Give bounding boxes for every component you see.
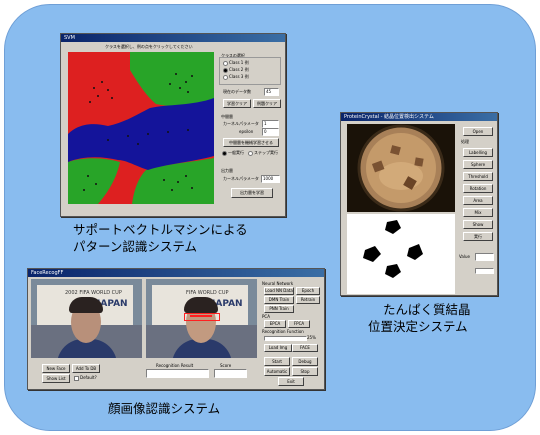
hidden-layer-check[interactable]: 中間層を機械学習させる <box>223 138 279 147</box>
protein-btn-labelling[interactable]: Labelling <box>463 148 493 157</box>
protein-btn-rotation[interactable]: Rotation <box>463 184 493 193</box>
normal-run-radio[interactable] <box>222 151 227 156</box>
class3-radio[interactable] <box>223 75 228 80</box>
stop-button[interactable]: Stop <box>292 367 318 376</box>
normal-run-label: 一般実行 <box>228 150 244 155</box>
score-label: Score <box>220 363 232 368</box>
new-face-button[interactable]: New Face <box>42 364 70 373</box>
nn-label: Neural Network <box>262 281 294 286</box>
protein-title-bar: ProteinCrystal - 結晶位置検出システム <box>341 113 497 121</box>
protein-btn-mix[interactable]: Mix <box>463 208 493 217</box>
protein-btn-show[interactable]: Show <box>463 220 493 229</box>
protein-window: ProteinCrystal - 結晶位置検出システム Open 処理 Labe… <box>340 112 498 296</box>
epoch-button[interactable]: Epoch <box>296 287 320 295</box>
output-train-button[interactable]: 出力層を学習 <box>231 188 273 198</box>
step-run-label: ステップ実行 <box>254 150 278 155</box>
add-to-db-button[interactable]: Add To DB <box>72 364 100 373</box>
protein-btn-threshold[interactable]: Threshold <box>463 172 493 181</box>
class3-label: Class 3 例 <box>229 74 249 79</box>
default-label: Default? <box>80 375 97 380</box>
recognition-slider[interactable] <box>264 336 307 341</box>
protein-caption-line1: たんぱく質結晶 <box>383 302 471 317</box>
crystal-binary-image <box>347 214 455 294</box>
dmn-train-button[interactable]: DMN Train <box>264 296 294 304</box>
load-nn-button[interactable]: Load NN Data <box>264 287 294 295</box>
face-image-left: 2002 FIFA WORLD CUP JAPAN <box>31 279 142 358</box>
start-button[interactable]: Start <box>264 357 290 366</box>
face-caption: 顔画像認識システム <box>108 401 221 416</box>
recognition-function-label: Recognition Function <box>262 329 304 334</box>
protein-caption-line2: 位置決定システム <box>368 319 468 334</box>
recognition-result-field[interactable] <box>146 369 209 378</box>
poster-text-left: 2002 FIFA WORLD CUP <box>65 290 122 296</box>
recognition-value: 25% <box>307 335 316 340</box>
exit-button[interactable]: Exit <box>278 377 304 386</box>
output-layer-label: 出力層 <box>221 168 233 173</box>
protein-btn-area[interactable]: Area <box>463 196 493 205</box>
class1-label: Class 1 例 <box>229 60 249 65</box>
epsilon-field[interactable]: 0 <box>262 128 279 136</box>
svm-title-bar: SVM <box>61 34 285 42</box>
svm-caption-line1: サポートベクトルマシンによる <box>73 222 248 237</box>
learn-clear-button[interactable]: 学習クリア <box>223 99 251 108</box>
class1-radio[interactable] <box>223 61 228 66</box>
default-checkbox[interactable] <box>74 376 79 381</box>
svm-caption-line2: パターン認識システム <box>73 239 198 254</box>
svm-instruction: クラスを選択し、例の点をクリックしてください <box>105 44 193 49</box>
face-image-right: FIFA WORLD CUP JAPAN <box>146 279 257 358</box>
fpca-button[interactable]: FPCA <box>288 320 310 328</box>
poster-text-right: FIFA WORLD CUP <box>186 290 229 296</box>
crystal-photo <box>347 124 455 212</box>
protein-btn-open[interactable]: Open <box>463 127 493 136</box>
load-img-button[interactable]: Load Img <box>264 344 292 352</box>
kernel-field[interactable]: 1 <box>262 120 279 128</box>
protein-slider[interactable] <box>475 268 494 274</box>
face-title-bar: FaceRecogFF <box>28 269 324 277</box>
automatic-button[interactable]: Automatic <box>264 367 290 376</box>
debug-button[interactable]: Debug <box>292 357 318 366</box>
protein-value-field[interactable] <box>475 253 494 261</box>
person-hair-right <box>184 297 218 313</box>
person-hair-left <box>69 297 103 313</box>
points-count-field[interactable]: 45 <box>264 88 279 96</box>
params-label: 中間層 <box>221 114 233 119</box>
class2-label: Class 2 例 <box>229 67 249 72</box>
epca-button[interactable]: EPCA <box>264 320 286 328</box>
face-button[interactable]: FACE <box>292 344 318 352</box>
protein-field-label: Value <box>459 254 470 259</box>
protein-btn-run[interactable]: 実行 <box>463 232 493 241</box>
face-window: FaceRecogFF 2002 FIFA WORLD CUP JAPAN FI… <box>27 268 325 390</box>
step-run-radio[interactable] <box>248 151 253 156</box>
svm-window: SVM クラスを選択し、例の点をクリックしてください クラスの選択 Class … <box>60 33 286 217</box>
face-detect-eyes <box>190 315 212 317</box>
recognition-result-label: Recognition Result <box>156 363 194 368</box>
example-clear-button[interactable]: 例題クリア <box>253 99 281 108</box>
points-count-label: 現在のデータ数 <box>223 89 251 94</box>
output-param-label: カーネルパラメータ <box>223 176 259 181</box>
class2-radio[interactable] <box>223 68 228 73</box>
epsilon-label: epsilon <box>239 129 254 134</box>
protein-btn-sphere[interactable]: Sphere <box>463 160 493 169</box>
show-list-button[interactable]: Show List <box>42 374 70 383</box>
score-field[interactable] <box>214 369 247 378</box>
retrain-button[interactable]: Retrain <box>296 296 320 304</box>
pca-label: PCA <box>262 314 270 319</box>
protein-section-label: 処理 <box>461 139 469 144</box>
output-param-field[interactable]: 1000 <box>261 175 280 183</box>
kernel-label: カーネルパラメータ <box>223 121 259 126</box>
pnn-train-button[interactable]: PNN Train <box>264 305 294 313</box>
svm-plot-canvas[interactable] <box>68 52 214 204</box>
